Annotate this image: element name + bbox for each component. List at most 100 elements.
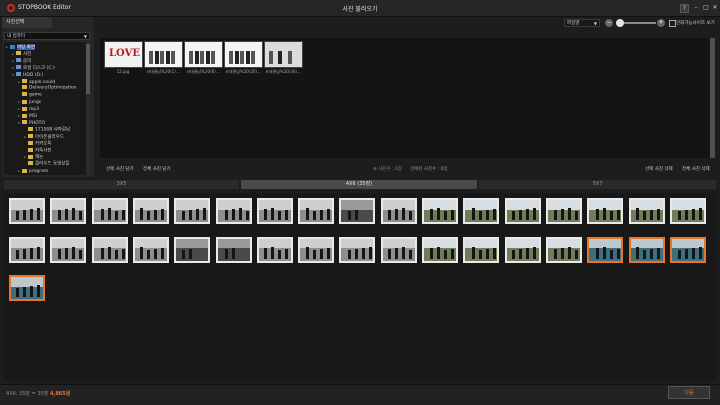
next-button[interactable]: 다음 — [668, 386, 710, 399]
add-selected-photos-button[interactable]: 선택 사진 담기 — [106, 166, 134, 172]
tree-item[interactable]: ▸ jungs — [18, 99, 41, 105]
file-thumbnail[interactable]: LOVE — [104, 41, 143, 68]
add-all-photos-button[interactable]: 전체 사진 담기 — [143, 166, 171, 172]
print-size-checkbox[interactable] — [669, 20, 676, 27]
tree-item[interactable]: ▸ apple could — [18, 79, 55, 85]
photo-thumbnail[interactable] — [463, 198, 500, 224]
tree-item[interactable]: ▸ mp3 — [18, 106, 39, 112]
photo-thumbnail[interactable] — [504, 198, 541, 224]
person-silhouette-icon — [567, 208, 571, 220]
person-silhouette-icon — [165, 51, 170, 64]
person-silhouette-icon — [240, 51, 245, 64]
photo-thumbnail[interactable] — [174, 236, 211, 263]
person-silhouette-icon — [306, 208, 310, 220]
photo-thumbnail[interactable] — [215, 198, 252, 224]
tree-item[interactable]: ▸ 로컬 디스크 (C:) — [12, 65, 55, 71]
tab-photo-select[interactable]: 사진선택 — [2, 17, 52, 28]
tree-item[interactable]: ▸ 음악 — [12, 58, 31, 64]
person-silhouette-icon — [313, 211, 317, 220]
person-silhouette-icon — [37, 285, 40, 297]
photo-thumbnail[interactable] — [380, 236, 417, 263]
photo-thumbnail[interactable] — [50, 198, 87, 224]
photo-thumbnail[interactable] — [256, 236, 293, 263]
photo-thumbnail[interactable] — [587, 236, 624, 263]
photo-thumbnail[interactable] — [339, 198, 376, 224]
photo-thumbnail[interactable] — [422, 236, 458, 263]
tree-item[interactable]: 171008 사파갈남 — [24, 126, 70, 133]
help-button[interactable]: ? — [680, 4, 689, 13]
person-silhouette-icon — [189, 51, 193, 64]
person-silhouette-icon — [684, 210, 688, 220]
tree-item[interactable]: ▸ 사진 — [12, 51, 31, 57]
photo-background — [547, 200, 580, 210]
tree-item-label: DeliveryOptimization — [29, 85, 77, 91]
photo-thumbnail[interactable] — [587, 198, 624, 224]
photo-thumbnail[interactable] — [669, 198, 706, 224]
photo-thumbnail[interactable] — [9, 275, 45, 301]
photo-thumbnail[interactable] — [174, 198, 211, 224]
photo-thumbnail[interactable] — [669, 236, 706, 263]
photo-thumbnail[interactable] — [91, 198, 128, 224]
photo-thumbnail[interactable] — [504, 236, 541, 263]
folder-icon — [28, 134, 33, 139]
photo-thumbnail[interactable] — [628, 198, 665, 224]
tree-item-label: 바탕 화면 — [17, 45, 35, 50]
tree-item[interactable]: 카톡사진 — [24, 147, 52, 154]
tree-item[interactable]: ▸ 캐논 — [24, 154, 43, 160]
zoom-out-button[interactable]: − — [605, 19, 613, 27]
photo-thumbnail[interactable] — [50, 236, 87, 263]
photo-thumbnail[interactable] — [422, 198, 458, 224]
tree-item[interactable]: ▸ 아이폰클라우드 — [24, 134, 64, 140]
tab-size-4x6[interactable]: 4X6 (35장) — [241, 180, 477, 189]
person-silhouette-icon — [532, 246, 536, 259]
photo-thumbnail[interactable] — [132, 236, 169, 263]
tree-item[interactable]: ▸ 바탕 화면 — [6, 44, 35, 50]
photo-thumbnail[interactable] — [339, 236, 376, 263]
sort-dropdown[interactable]: 파일명 ▼ — [564, 19, 600, 27]
photo-thumbnail[interactable] — [256, 198, 293, 224]
tree-item[interactable]: ▸ program — [18, 168, 48, 174]
photo-thumbnail[interactable] — [545, 236, 582, 263]
person-silhouette-icon — [348, 211, 352, 220]
person-silhouette-icon — [574, 211, 578, 220]
folder-tree-scroll-thumb[interactable] — [86, 44, 90, 94]
zoom-in-button[interactable]: + — [657, 19, 665, 27]
folder-tree[interactable]: ▸ 바탕 화면 ▸ 사진 ▸ 음악 ▸ 로컬 디스크 (C:) ▾ HDD (D:) ▸ apple … — [4, 42, 86, 175]
tree-item[interactable]: 클라우드 동영상들 — [24, 161, 70, 167]
zoom-slider-handle[interactable] — [616, 19, 624, 27]
drive-dropdown[interactable]: 내 컴퓨터 ▼ — [4, 32, 90, 40]
minimize-button[interactable]: – — [692, 4, 700, 12]
photo-thumbnail[interactable] — [298, 236, 335, 263]
delete-all-photos-button[interactable]: 전체 사진 삭제 — [682, 166, 710, 172]
tree-item[interactable]: ▸ MSI — [18, 113, 37, 119]
person-silhouette-icon — [203, 208, 207, 220]
tree-item[interactable]: 카카오톡 — [24, 140, 52, 147]
file-thumbnail[interactable] — [264, 41, 303, 68]
close-button[interactable]: ✕ — [711, 4, 719, 12]
tree-item[interactable]: ▾ PHOTO — [18, 120, 45, 126]
photo-thumbnail[interactable] — [380, 198, 417, 224]
person-silhouette-icon — [146, 211, 150, 220]
file-thumbnail[interactable] — [224, 41, 263, 68]
photo-thumbnail[interactable] — [91, 236, 128, 263]
photo-thumbnail[interactable] — [215, 236, 252, 263]
photo-thumbnail[interactable] — [298, 198, 335, 224]
tree-item[interactable]: DeliveryOptimization — [18, 85, 76, 91]
tree-item[interactable]: ▾ HDD (D:) — [12, 72, 43, 78]
photo-thumbnail[interactable] — [463, 236, 500, 263]
delete-selected-photos-button[interactable]: 선택 사진 삭제 — [645, 166, 673, 172]
photo-thumbnail[interactable] — [628, 236, 665, 263]
photo-thumbnail[interactable] — [545, 198, 582, 224]
tab-size-3x5[interactable]: 3X5 — [4, 180, 239, 189]
file-browser-scroll-thumb[interactable] — [710, 38, 715, 158]
file-thumbnail[interactable] — [184, 41, 223, 68]
tab-size-5x7[interactable]: 5X7 — [479, 180, 716, 189]
person-silhouette-icon — [525, 209, 529, 220]
window-title: 사진 불러오기 — [342, 6, 378, 13]
file-thumbnail[interactable] — [144, 41, 183, 68]
maximize-button[interactable]: □ — [702, 4, 710, 12]
photo-thumbnail[interactable] — [9, 198, 45, 224]
tree-item[interactable]: game — [18, 92, 42, 98]
photo-thumbnail[interactable] — [9, 236, 45, 263]
photo-thumbnail[interactable] — [132, 198, 169, 224]
